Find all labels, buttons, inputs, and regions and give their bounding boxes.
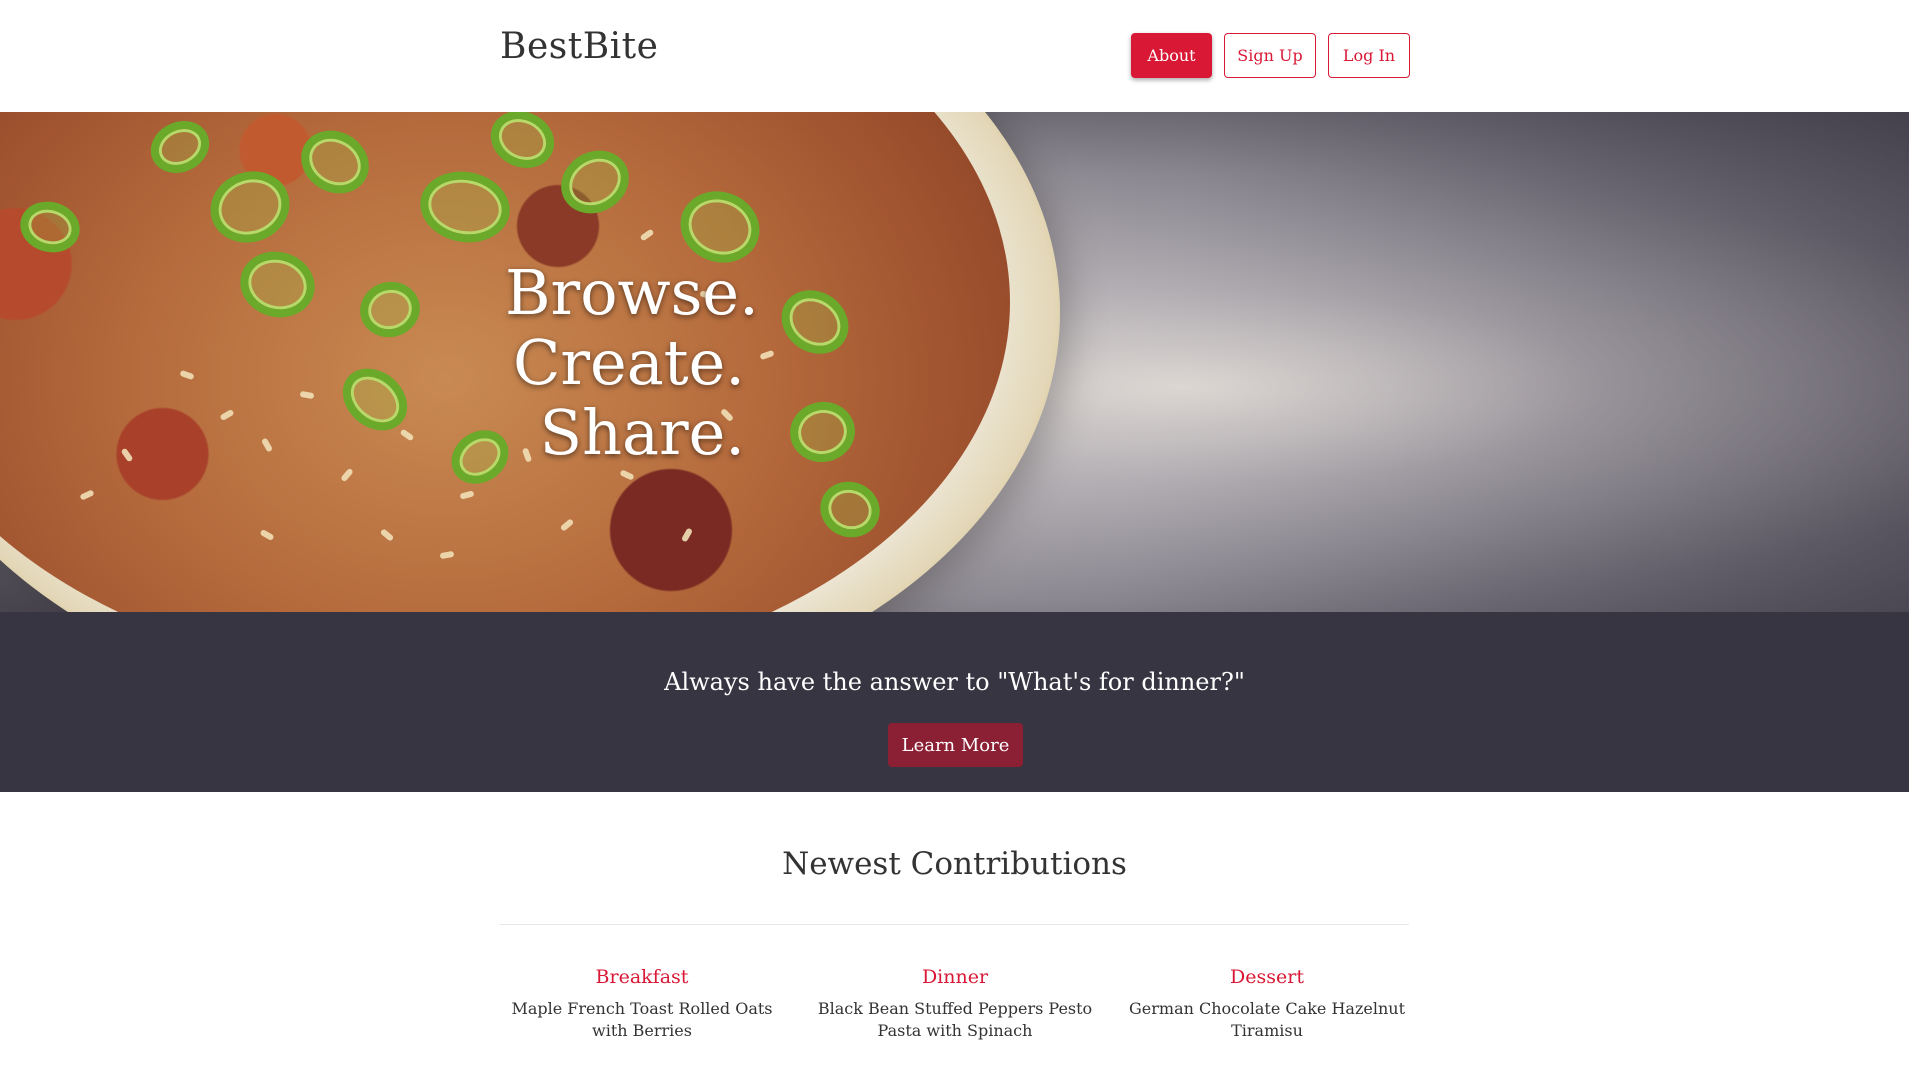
- recipe-list-dinner[interactable]: Black Bean Stuffed Peppers Pesto Pasta w…: [810, 998, 1100, 1042]
- about-button[interactable]: About: [1131, 33, 1212, 78]
- brand-logo[interactable]: BestBite: [500, 26, 658, 67]
- category-link-dessert[interactable]: Dessert: [1122, 966, 1412, 988]
- hero-line-browse: Browse.: [505, 256, 759, 329]
- recipe-list-breakfast[interactable]: Maple French Toast Rolled Oats with Berr…: [497, 998, 787, 1042]
- section-title: Newest Contributions: [782, 846, 1127, 882]
- hero-banner: Browse. Create. Share.: [0, 112, 1909, 612]
- sign-up-button[interactable]: Sign Up: [1224, 33, 1316, 78]
- section-divider: [500, 924, 1409, 925]
- recipe-list-dessert[interactable]: German Chocolate Cake Hazelnut Tiramisu: [1122, 998, 1412, 1042]
- hero-line-share: Share.: [539, 396, 745, 469]
- log-in-button[interactable]: Log In: [1328, 33, 1410, 78]
- contribution-column-dinner: Dinner Black Bean Stuffed Peppers Pesto …: [810, 966, 1100, 1042]
- contribution-column-dessert: Dessert German Chocolate Cake Hazelnut T…: [1122, 966, 1412, 1042]
- cta-text: Always have the answer to "What's for di…: [664, 668, 1245, 696]
- category-link-dinner[interactable]: Dinner: [810, 966, 1100, 988]
- contribution-column-breakfast: Breakfast Maple French Toast Rolled Oats…: [497, 966, 787, 1042]
- site-header: BestBite About Sign Up Log In: [0, 0, 1909, 112]
- learn-more-button[interactable]: Learn More: [888, 723, 1023, 767]
- category-link-breakfast[interactable]: Breakfast: [497, 966, 787, 988]
- hero-line-create: Create.: [512, 326, 745, 399]
- hero-tagline: Browse. Create. Share.: [505, 256, 759, 469]
